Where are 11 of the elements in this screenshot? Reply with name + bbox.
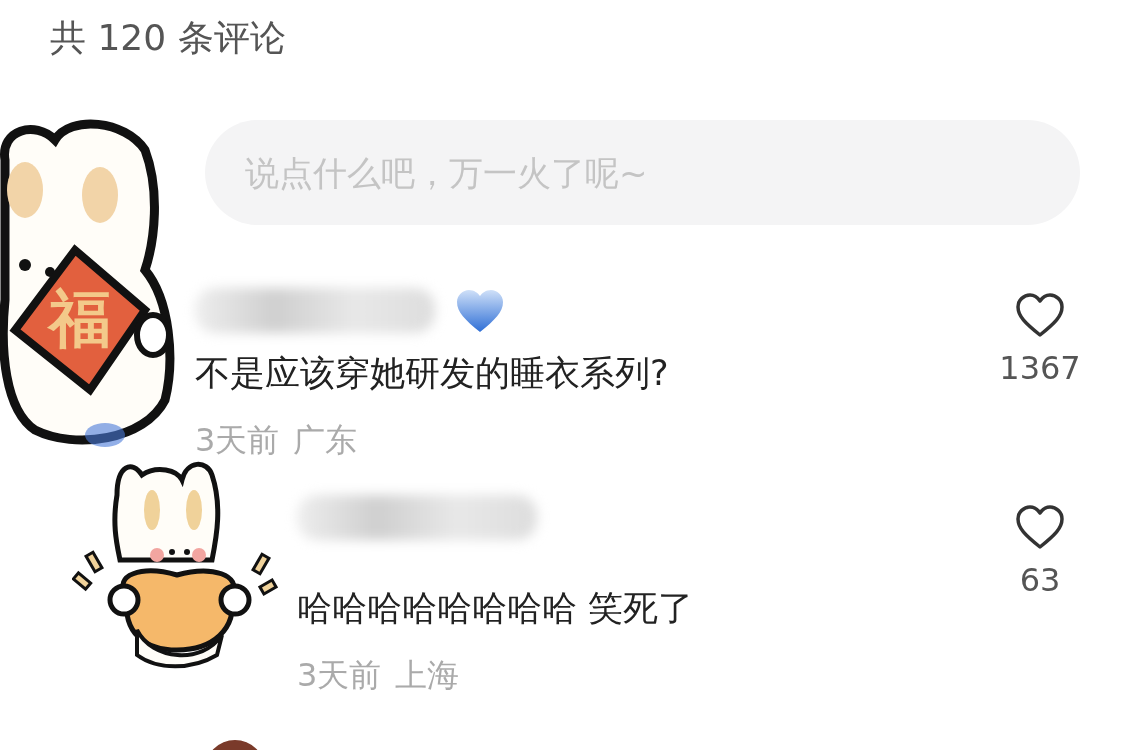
comment-location: 广东 — [293, 420, 358, 461]
comment-location: 上海 — [395, 655, 460, 696]
like-count: 1367 — [999, 348, 1081, 389]
comment-time: 3天前 — [297, 655, 382, 696]
comment-text: 哈哈哈哈哈哈哈哈 笑死了 — [297, 587, 695, 630]
like-icon[interactable] — [1015, 505, 1065, 550]
like-count: 63 — [1019, 560, 1061, 601]
comment-time: 3天前 — [195, 420, 280, 461]
comment-text: 不是应该穿她研发的睡衣系列? — [195, 352, 670, 395]
comment-count: 共 120 条评论 — [49, 16, 287, 60]
like-icon[interactable] — [1015, 293, 1065, 338]
